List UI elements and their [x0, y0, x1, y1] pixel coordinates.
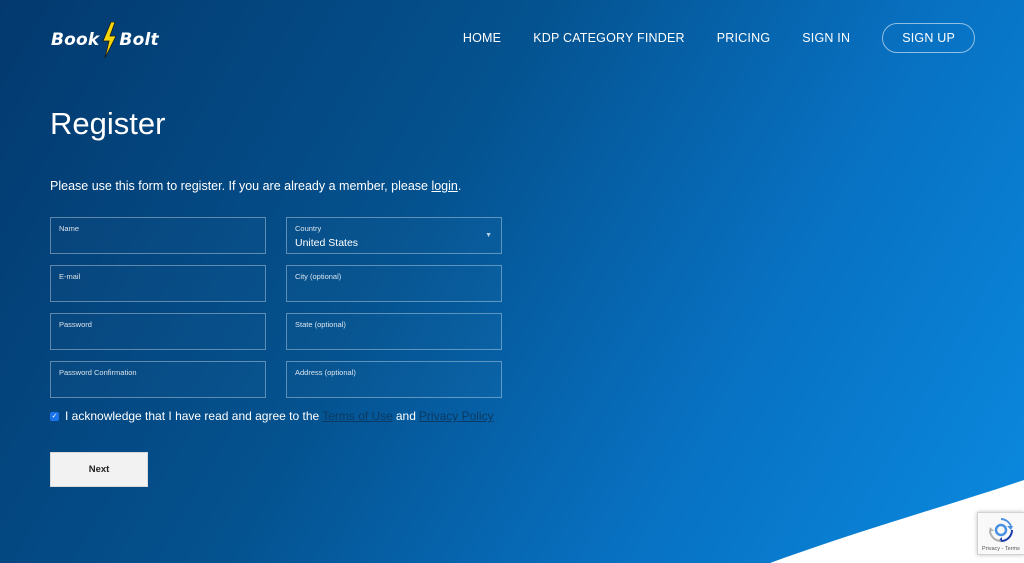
acknowledge-text: I acknowledge that I have read and agree…: [65, 409, 320, 423]
register-page: Book Bolt HOME KDP CATEGORY FINDER PRICI…: [0, 0, 1024, 563]
recaptcha-icon: [989, 518, 1013, 542]
email-field[interactable]: E-mail: [50, 265, 266, 302]
terms-of-use-link[interactable]: Terms of Use: [322, 409, 393, 423]
state-label: State (optional): [295, 320, 346, 329]
recaptcha-badge[interactable]: Privacy - Terms: [977, 512, 1024, 555]
address-label: Address (optional): [295, 368, 356, 377]
bookbolt-logo[interactable]: Book Bolt: [51, 20, 159, 60]
next-button[interactable]: Next: [50, 452, 148, 487]
page-title: Register: [50, 106, 166, 141]
intro-period: .: [457, 179, 462, 193]
password-confirmation-label: Password Confirmation: [59, 368, 137, 377]
city-label: City (optional): [295, 272, 342, 281]
password-confirmation-field[interactable]: Password Confirmation: [50, 361, 266, 398]
password-label: Password: [59, 320, 92, 329]
password-field[interactable]: Password: [50, 313, 266, 350]
country-select[interactable]: Country United States ▼: [286, 217, 502, 254]
recaptcha-privacy-terms[interactable]: Privacy - Terms: [982, 546, 1020, 552]
chevron-down-icon: ▼: [485, 232, 492, 239]
country-label: Country: [295, 224, 322, 233]
lightning-bolt-icon: [102, 22, 118, 58]
nav-pricing[interactable]: PRICING: [717, 31, 771, 45]
city-field[interactable]: City (optional): [286, 265, 502, 302]
main-nav: HOME KDP CATEGORY FINDER PRICING SIGN IN…: [431, 23, 975, 53]
acknowledge-row: ✓ I acknowledge that I have read and agr…: [50, 409, 497, 423]
nav-kdp-category-finder[interactable]: KDP CATEGORY FINDER: [533, 31, 685, 45]
logo-text-book: Book: [51, 30, 100, 50]
and-text: and: [395, 409, 416, 423]
state-field[interactable]: State (optional): [286, 313, 502, 350]
login-link[interactable]: login: [431, 179, 457, 193]
intro-text: Please use this form to register. If you…: [50, 179, 461, 193]
name-label: Name: [59, 224, 80, 233]
country-value: United States: [295, 237, 359, 249]
nav-sign-in[interactable]: SIGN IN: [802, 31, 850, 45]
acknowledge-checkbox[interactable]: ✓: [50, 411, 59, 421]
name-field[interactable]: Name: [50, 217, 266, 254]
address-field[interactable]: Address (optional): [286, 361, 502, 398]
privacy-policy-link[interactable]: Privacy Policy: [419, 409, 494, 423]
nav-home[interactable]: HOME: [463, 31, 501, 45]
intro-sentence: Please use this form to register. If you…: [50, 179, 432, 193]
email-label: E-mail: [59, 272, 81, 281]
logo-text-bolt: Bolt: [119, 30, 159, 50]
nav-sign-up-button[interactable]: SIGN UP: [882, 23, 975, 53]
check-icon: ✓: [51, 412, 58, 420]
